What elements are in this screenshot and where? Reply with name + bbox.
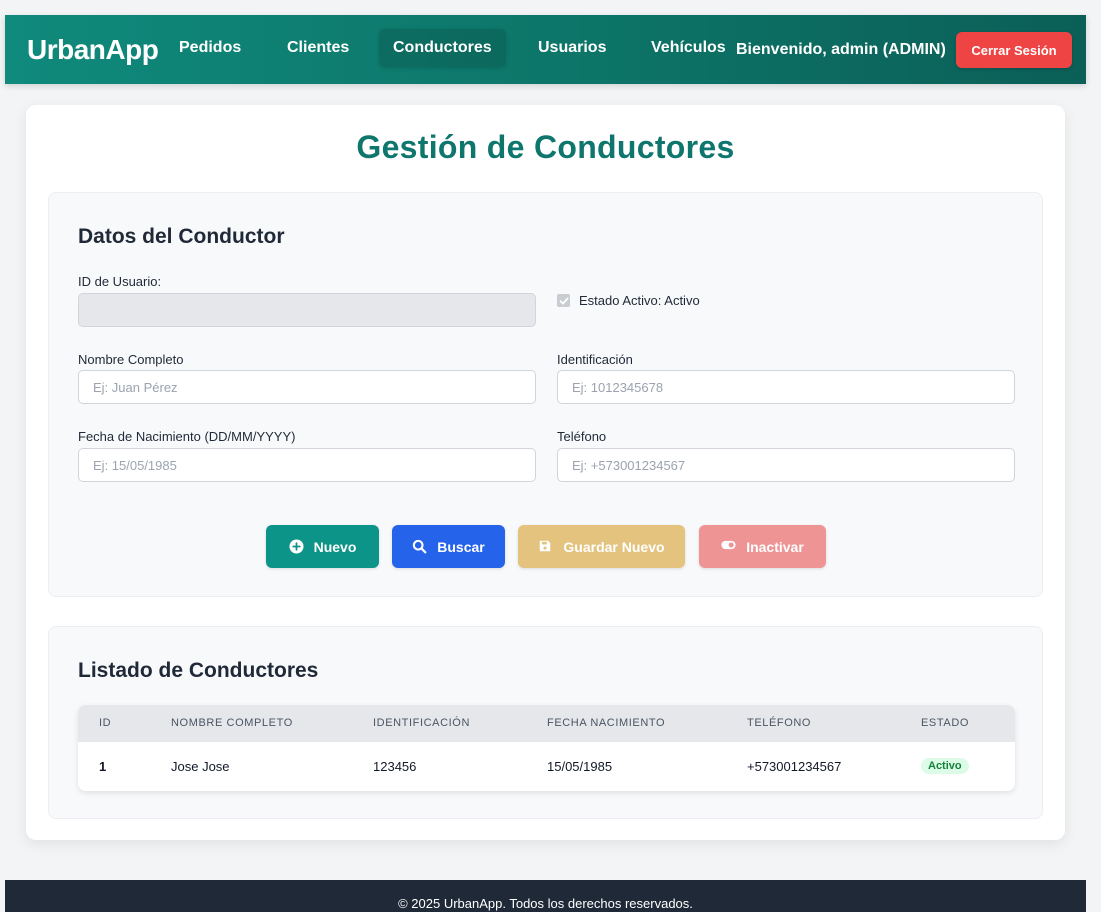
footer: © 2025 UrbanApp. Todos los derechos rese… xyxy=(5,880,1086,912)
deactivate-button[interactable]: Inactivar xyxy=(699,525,826,568)
form-section-title: Datos del Conductor xyxy=(78,225,285,248)
drivers-table: ID NOMBRE COMPLETO IDENTIFICACIÓN FECHA … xyxy=(78,705,1015,791)
table-row[interactable]: 1 Jose Jose 123456 15/05/1985 +573001234… xyxy=(78,742,1015,791)
navbar: UrbanApp Pedidos Clientes Conductores Us… xyxy=(5,15,1086,84)
new-button-label: Nuevo xyxy=(313,538,357,555)
column-header-name: NOMBRE COMPLETO xyxy=(171,717,293,729)
birth-date-label: Fecha de Nacimiento (DD/MM/YYYY) xyxy=(78,429,296,444)
full-name-input[interactable] xyxy=(78,370,536,404)
toggle-icon xyxy=(721,539,736,554)
brand-logo[interactable]: UrbanApp xyxy=(27,34,159,66)
logout-button[interactable]: Cerrar Sesión xyxy=(956,32,1072,68)
phone-input[interactable] xyxy=(557,448,1015,482)
cell-id: 1 xyxy=(99,759,107,774)
welcome-message: Bienvenido, admin (ADMIN) xyxy=(736,41,946,58)
cell-phone: +573001234567 xyxy=(747,759,842,774)
nav-link-pedidos[interactable]: Pedidos xyxy=(179,39,241,57)
active-status-field: Estado Activo: Activo xyxy=(557,293,700,308)
footer-copyright: © 2025 UrbanApp. Todos los derechos rese… xyxy=(398,896,693,911)
column-header-id: ID xyxy=(99,717,112,729)
status-badge: Activo xyxy=(921,758,969,774)
driver-list-panel: Listado de Conductores ID NOMBRE COMPLET… xyxy=(48,626,1043,819)
nav-link-vehiculos[interactable]: Vehículos xyxy=(651,39,726,57)
plus-circle-icon xyxy=(289,539,304,554)
nav-link-conductores[interactable]: Conductores xyxy=(379,29,506,67)
table-header: ID NOMBRE COMPLETO IDENTIFICACIÓN FECHA … xyxy=(78,705,1015,742)
save-new-button-label: Guardar Nuevo xyxy=(563,538,665,555)
identification-label: Identificación xyxy=(557,352,633,367)
nav-link-usuarios[interactable]: Usuarios xyxy=(538,39,606,57)
column-header-birth-date: FECHA NACIMIENTO xyxy=(547,717,666,729)
full-name-label: Nombre Completo xyxy=(78,352,184,367)
cell-name: Jose Jose xyxy=(171,759,230,774)
cell-birth-date: 15/05/1985 xyxy=(547,759,613,774)
list-section-title: Listado de Conductores xyxy=(78,659,319,682)
page-title: Gestión de Conductores xyxy=(356,129,735,165)
save-icon xyxy=(538,539,553,554)
check-icon xyxy=(559,297,568,304)
active-checkbox xyxy=(557,294,570,307)
birth-date-input[interactable] xyxy=(78,448,536,482)
search-icon xyxy=(412,539,427,554)
phone-label: Teléfono xyxy=(557,429,607,444)
user-id-label: ID de Usuario: xyxy=(78,274,162,289)
column-header-phone: TELÉFONO xyxy=(747,717,812,729)
nav-link-clientes[interactable]: Clientes xyxy=(287,39,349,57)
search-button[interactable]: Buscar xyxy=(392,525,505,568)
cell-identification: 123456 xyxy=(373,759,417,774)
new-button[interactable]: Nuevo xyxy=(266,525,379,568)
active-status-label: Estado Activo: Activo xyxy=(579,293,700,308)
identification-input[interactable] xyxy=(557,370,1015,404)
user-id-input xyxy=(78,293,536,327)
search-button-label: Buscar xyxy=(437,538,485,555)
driver-form-panel: Datos del Conductor ID de Usuario: Estad… xyxy=(48,192,1043,597)
column-header-status: ESTADO xyxy=(921,717,970,729)
deactivate-button-label: Inactivar xyxy=(746,538,804,555)
main-card: Gestión de Conductores Datos del Conduct… xyxy=(26,105,1065,840)
save-new-button[interactable]: Guardar Nuevo xyxy=(518,525,685,568)
column-header-identification: IDENTIFICACIÓN xyxy=(373,717,471,729)
